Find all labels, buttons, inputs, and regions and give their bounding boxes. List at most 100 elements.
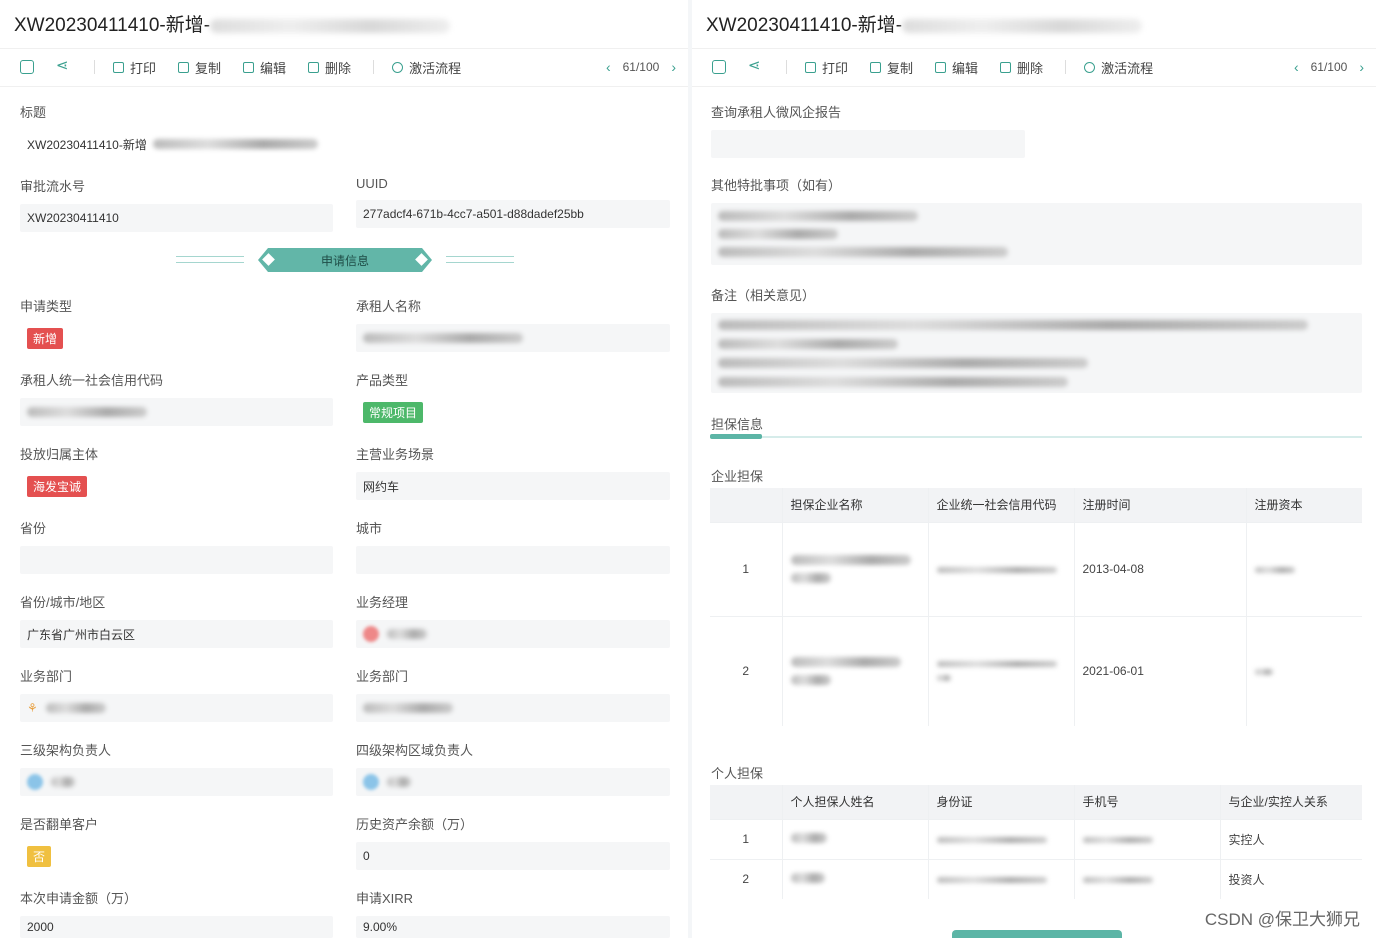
toolbar: 打印 复制 编辑 删除 激活流程 ‹ 61/100 › [20, 56, 676, 78]
column-header: 担保企业名称 [781, 488, 928, 522]
column-header: 注册资本 [1245, 488, 1362, 522]
edit-button[interactable]: 编辑 [935, 58, 978, 77]
section-banner: 申请信息 [176, 248, 514, 272]
apply-type-tag: 新增 [27, 327, 64, 349]
redacted-text [790, 555, 911, 565]
phone-cell [1073, 858, 1220, 899]
edit-button[interactable]: 编辑 [243, 58, 286, 77]
field-label: 业务部门 [20, 669, 73, 684]
redacted-text [718, 319, 1308, 330]
field-dept: 业务部门 ⚘ [20, 666, 333, 722]
field-label: 申请XIRR [356, 891, 414, 906]
share-icon[interactable] [748, 56, 762, 74]
corp-guarantee-title: 企业担保 [711, 469, 764, 484]
relation-cell: 投资人 [1219, 858, 1362, 899]
column-header: 注册时间 [1073, 488, 1246, 522]
name-cell [781, 818, 928, 859]
chevron-right-icon[interactable]: › [1359, 59, 1364, 75]
table-row: 1 实控人 [710, 818, 1362, 859]
footer-button[interactable] [952, 930, 1122, 938]
field-province: 省份 [20, 518, 333, 574]
redacted-text [1254, 567, 1295, 573]
register-date-cell: 2021-06-01 [1073, 615, 1246, 726]
redacted-text [790, 833, 827, 843]
share-icon[interactable] [56, 56, 70, 74]
decor-line [176, 256, 244, 257]
print-button[interactable]: 打印 [805, 58, 848, 77]
row-number: 1 [710, 521, 782, 616]
toolbar-separator [1065, 60, 1067, 74]
print-button[interactable]: 打印 [113, 58, 156, 77]
table-header-row: 个人担保人姓名 身份证 手机号 与企业/实控人关系 [710, 785, 1362, 819]
print-label: 打印 [130, 60, 157, 76]
field-label: 是否翻单客户 [20, 817, 99, 832]
table-row: 1 2013-04-08 [710, 521, 1362, 616]
company-name-cell [781, 615, 928, 726]
field-label: 省份 [20, 521, 47, 536]
redacted-text [790, 675, 831, 686]
activate-label: 激活流程 [409, 60, 462, 76]
column-header: 身份证 [927, 785, 1074, 819]
region-value: 广东省广州市白云区 [20, 620, 333, 648]
toolbar: 打印 复制 编辑 删除 激活流程 ‹ 61/100 › [712, 56, 1364, 78]
credit-code-cell [927, 521, 1074, 616]
activate-label: 激活流程 [1101, 60, 1154, 76]
redacted-text [51, 777, 75, 787]
person-guarantee-table: 个人担保人姓名 身份证 手机号 与企业/实控人关系 1 实控人 2 投资人 [710, 785, 1362, 899]
decor-line [446, 262, 514, 263]
amount-value: 2000 [20, 916, 333, 938]
redacted-text [363, 703, 453, 713]
field-label: 投放归属主体 [20, 447, 99, 462]
field-lvl3-owner: 三级架构负责人 [20, 740, 333, 796]
field-label: 查询承租人微风企报告 [711, 105, 842, 120]
redacted-text [718, 338, 898, 349]
city-value [356, 546, 670, 574]
field-serial: 审批流水号 XW20230411410 [20, 176, 333, 232]
copy-button[interactable]: 复制 [870, 58, 913, 77]
chevron-left-icon[interactable]: ‹ [1294, 59, 1299, 75]
scene-value: 网约车 [356, 472, 670, 500]
xirr-value: 9.00% [356, 916, 670, 938]
chevron-right-icon[interactable]: › [671, 59, 676, 75]
decor-line [446, 256, 514, 257]
right-detail-panel: XW20230411410-新增- 打印 复制 编辑 删除 激活流程 ‹ 61/… [692, 0, 1376, 938]
field-title: 标题 XW20230411410-新增 [20, 102, 670, 158]
column-header: 手机号 [1073, 785, 1220, 819]
activate-workflow-button[interactable]: 激活流程 [1084, 58, 1153, 77]
remark-value [711, 313, 1362, 393]
delete-button[interactable]: 删除 [1000, 58, 1043, 77]
comment-icon[interactable] [712, 60, 726, 74]
product-type-tag: 常规项目 [363, 401, 424, 423]
copy-button[interactable]: 复制 [178, 58, 221, 77]
trash-icon [308, 61, 320, 73]
activate-workflow-button[interactable]: 激活流程 [392, 58, 461, 77]
redacted-title [210, 18, 451, 33]
capital-cell [1245, 615, 1362, 726]
report-value [711, 130, 1025, 158]
tab-guarantee-info[interactable]: 担保信息 [711, 414, 763, 433]
field-product-type: 产品类型 常规项目 [356, 370, 670, 426]
avatar [27, 774, 43, 790]
delete-button[interactable]: 删除 [308, 58, 351, 77]
row-number: 2 [710, 615, 782, 726]
redacted-text [387, 629, 427, 639]
printer-icon [113, 61, 124, 73]
field-manager: 业务经理 [356, 592, 670, 648]
comment-icon[interactable] [20, 60, 34, 74]
table-row: 2 2021-06-01 [710, 615, 1362, 726]
redacted-title [902, 18, 1143, 33]
toolbar-separator [373, 60, 375, 74]
field-label: 城市 [356, 521, 383, 536]
field-remark: 备注（相关意见） [711, 285, 1362, 393]
column-header [710, 785, 782, 819]
field-history-balance: 历史资产余额（万） 0 [356, 814, 670, 870]
province-value [20, 546, 333, 574]
chevron-left-icon[interactable]: ‹ [606, 59, 611, 75]
active-tab-indicator [710, 434, 762, 439]
decor-line [176, 262, 244, 263]
register-date-cell: 2013-04-08 [1073, 521, 1246, 616]
field-uuid: UUID 277adcf4-671b-4cc7-a501-d88dadef25b… [356, 176, 670, 228]
column-header [710, 488, 782, 522]
divider [0, 48, 688, 49]
field-label: 业务经理 [356, 595, 409, 610]
